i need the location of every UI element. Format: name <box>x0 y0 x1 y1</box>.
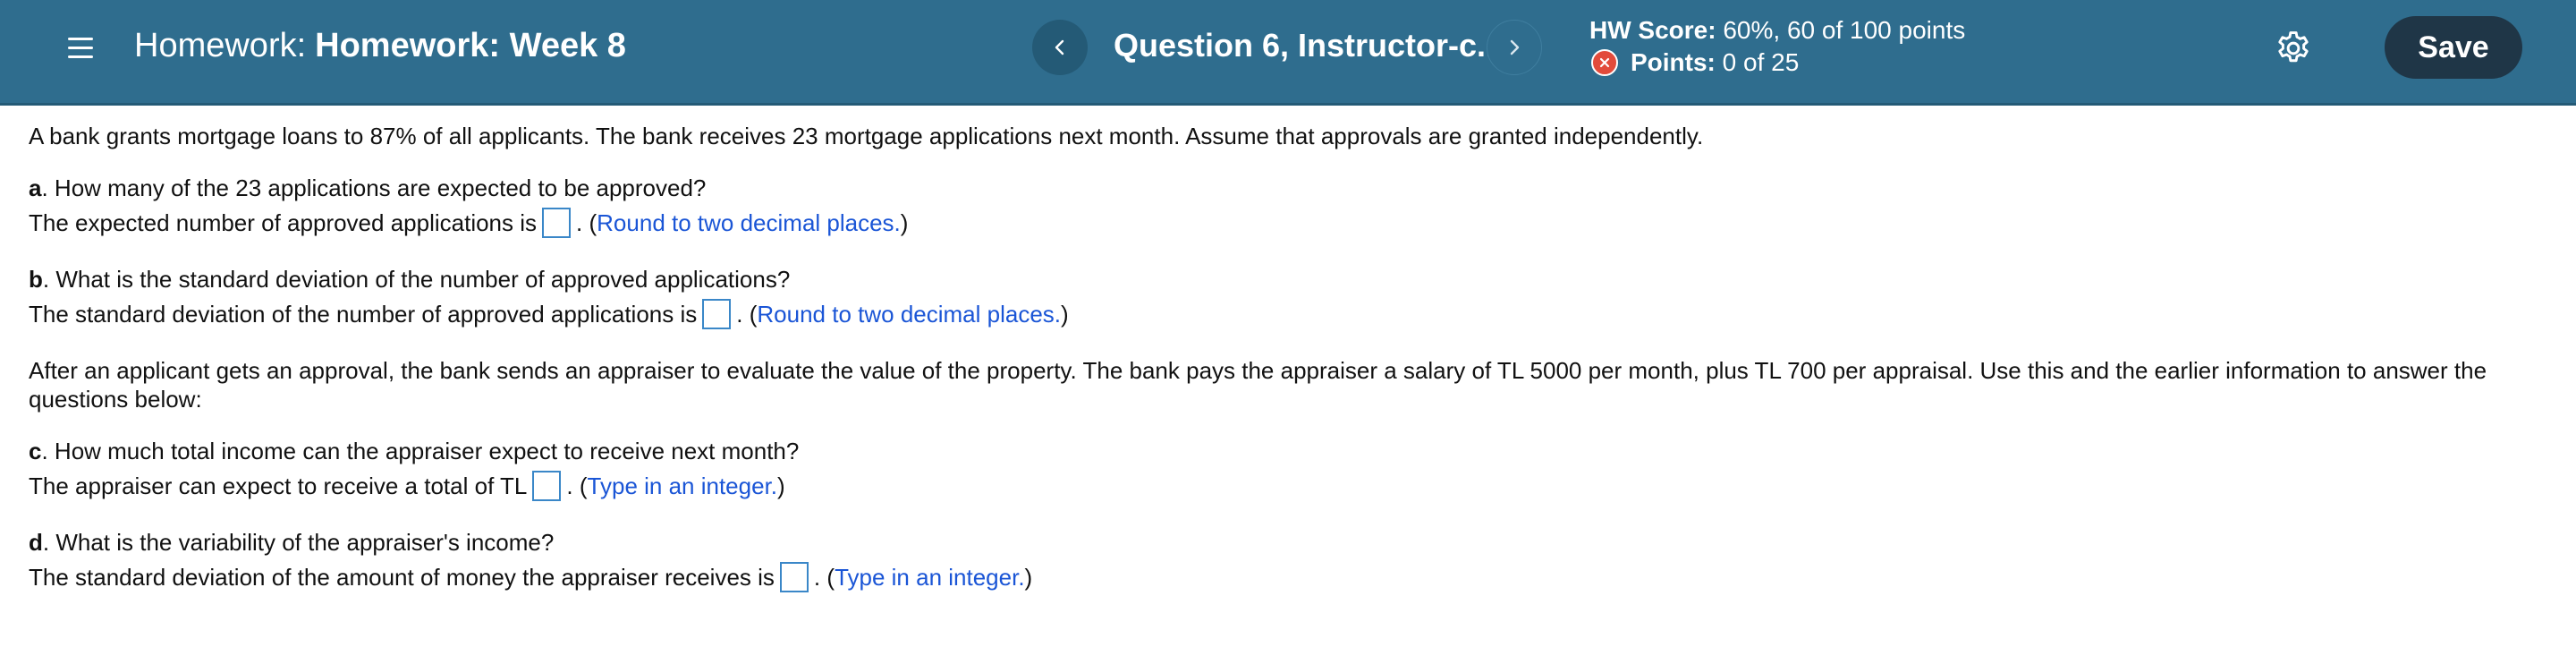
part-c-answer-suffix: . <box>566 472 573 499</box>
points-value: 0 of 25 <box>1722 48 1800 76</box>
part-c-answer-prefix: The appraiser can expect to receive a to… <box>29 472 528 499</box>
part-b-answer-input[interactable] <box>702 299 732 329</box>
previous-question-button[interactable] <box>1032 20 1088 75</box>
part-a-answer-input[interactable] <box>542 208 572 238</box>
points-row: Points: 0 of 25 <box>1589 47 1965 79</box>
part-c-letter: c <box>29 438 42 464</box>
save-button[interactable]: Save <box>2385 16 2522 79</box>
part-a-letter: a <box>29 175 42 201</box>
part-b-answer-prefix: The standard deviation of the number of … <box>29 301 698 328</box>
next-question-button[interactable] <box>1487 20 1542 75</box>
incorrect-x-icon <box>1591 49 1618 76</box>
part-b-question-text: . What is the standard deviation of the … <box>42 266 791 293</box>
chevron-right-icon <box>1510 39 1520 55</box>
part-c-question: c. How much total income can the apprais… <box>29 437 2551 465</box>
hw-score-value: 60%, 60 of 100 points <box>1723 16 1966 44</box>
part-c-question-text: . How much total income can the appraise… <box>41 438 800 464</box>
part-d-hint: Type in an integer. <box>835 564 1025 591</box>
question-label: Question 6, Instructor-c... <box>1114 27 1504 64</box>
part-c-answer-line: The appraiser can expect to receive a to… <box>29 471 785 501</box>
part-a-answer-line: The expected number of approved applicat… <box>29 208 909 238</box>
part-a-question: a. How many of the 23 applications are e… <box>29 174 2551 202</box>
problem-intro: A bank grants mortgage loans to 87% of a… <box>29 123 1704 149</box>
part-a-hint: Round to two decimal places. <box>597 209 901 236</box>
part-b-question: b. What is the standard deviation of the… <box>29 265 2551 294</box>
gear-icon[interactable] <box>2274 29 2313 68</box>
part-d-answer-prefix: The standard deviation of the amount of … <box>29 564 775 591</box>
part-d-answer-input[interactable] <box>779 562 809 592</box>
hw-score: HW Score: 60%, 60 of 100 points <box>1589 14 1965 47</box>
part-d-question: d. What is the variability of the apprai… <box>29 528 2551 557</box>
part-d-answer-suffix: . <box>813 564 821 591</box>
part-d-question-text: . What is the variability of the apprais… <box>42 529 555 556</box>
part-b-hint: Round to two decimal places. <box>757 301 1062 328</box>
part-a-answer-suffix: . <box>576 209 583 236</box>
part-c-answer-input[interactable] <box>532 471 562 501</box>
homework-name: Homework: Week 8 <box>315 27 626 64</box>
part-d-answer-line: The standard deviation of the amount of … <box>29 562 1033 592</box>
part-a-answer-prefix: The expected number of approved applicat… <box>29 209 538 236</box>
appraiser-context: After an applicant gets an approval, the… <box>29 357 2487 413</box>
part-b-answer-line: The standard deviation of the number of … <box>29 299 1069 329</box>
menu-icon[interactable] <box>64 30 97 66</box>
score-block: HW Score: 60%, 60 of 100 points Points: … <box>1589 14 1965 79</box>
hw-score-label: HW Score: <box>1589 16 1716 44</box>
part-a-question-text: . How many of the 23 applications are ex… <box>41 175 707 201</box>
homework-title-prefix: Homework: <box>134 27 307 64</box>
points-label: Points: <box>1631 48 1716 76</box>
part-b-letter: b <box>29 266 43 293</box>
homework-title: Homework: Homework: Week 8 <box>134 27 626 65</box>
chevron-left-icon <box>1055 39 1064 55</box>
part-b-answer-suffix: . <box>736 301 743 328</box>
part-c-hint: Type in an integer. <box>587 472 778 499</box>
question-content: A bank grants mortgage loans to 87% of a… <box>29 122 2551 592</box>
part-d-letter: d <box>29 529 43 556</box>
top-bar: Homework: Homework: Week 8 Question 6, In… <box>0 0 2576 106</box>
